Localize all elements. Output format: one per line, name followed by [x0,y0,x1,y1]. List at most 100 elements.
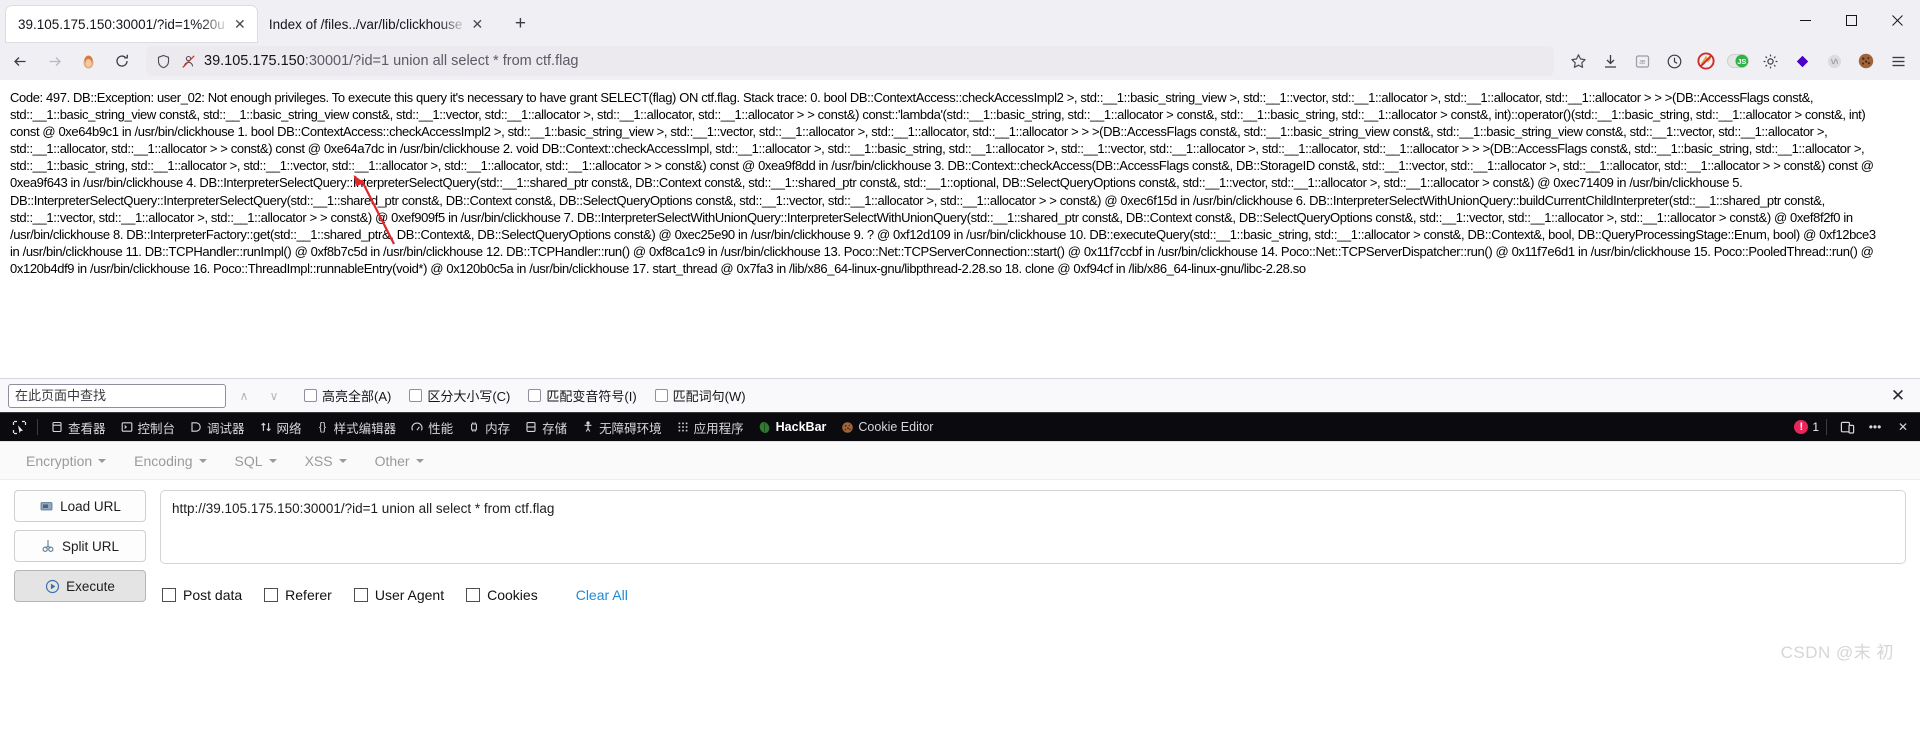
devtools-tab-style-editor[interactable]: {} 样式编辑器 [309,414,404,440]
pocket-icon[interactable]: æ [1626,46,1658,76]
url-text: 39.105.175.150:30001/?id=1 union all sel… [204,53,1546,69]
devtools-tab-debugger[interactable]: 调试器 [182,414,252,440]
minimize-icon[interactable] [1782,0,1828,40]
wappalyzer-icon[interactable] [1818,46,1850,76]
checkbox-label: Cookies [487,587,538,603]
hackbar-checkbox-cookies[interactable]: Cookies [466,587,538,603]
close-icon[interactable]: ✕ [1890,415,1916,439]
address-bar[interactable]: 39.105.175.150:30001/?id=1 union all sel… [146,46,1554,76]
hackbar-checkbox-post-data[interactable]: Post data [162,587,242,603]
element-picker-icon[interactable] [6,415,32,439]
close-icon[interactable]: ✕ [1886,384,1910,408]
devtools-tab-console[interactable]: 控制台 [113,414,183,440]
new-tab-button[interactable]: + [504,8,536,40]
hackbar-body: Load URL Split URL Execute http://39.105… [0,480,1920,603]
checkbox[interactable] [466,588,481,602]
checkbox[interactable] [264,588,279,602]
tab-label: HackBar [775,420,827,434]
menu-label: SQL [234,452,263,469]
devtools-tab-application[interactable]: 应用程序 [669,414,751,440]
settings-gear-icon[interactable] [1754,46,1786,76]
chevron-down-icon [268,458,277,463]
hackbar-request-area: Post data Referer User Agent Cookies C [160,490,1906,603]
devtools-tab-storage[interactable]: 存储 [517,414,574,440]
app-menu-icon[interactable] [1882,46,1914,76]
cookie-icon [840,420,854,434]
devtools-tab-performance[interactable]: 性能 [403,414,460,440]
close-icon[interactable]: ✕ [468,15,486,33]
find-previous-icon[interactable]: ∧ [232,384,256,408]
hackbar-menu-encryption[interactable]: Encryption [14,449,118,473]
responsive-design-mode-icon[interactable] [1834,415,1860,439]
execute-button[interactable]: Execute [14,570,146,602]
storage-icon [524,420,538,434]
checkbox[interactable] [654,389,668,402]
hackbar-panel: Encryption Encoding SQL XSS Other Load U… [0,441,1920,677]
history-clock-icon[interactable] [1658,46,1690,76]
back-icon[interactable] [4,46,36,76]
noscript-icon[interactable] [1690,46,1722,76]
close-icon[interactable] [1874,0,1920,40]
hackbar-menu-other[interactable]: Other [363,449,436,473]
forward-icon[interactable] [38,46,70,76]
navigation-toolbar: 39.105.175.150:30001/?id=1 union all sel… [0,42,1920,80]
hackbar-url-input[interactable] [160,490,1906,564]
find-option-whole-words[interactable]: 匹配词句(W) [654,386,746,405]
hackbar-actions: Load URL Split URL Execute [14,490,146,603]
devtools-tab-accessibility[interactable]: 无障碍环境 [574,414,669,440]
checkbox[interactable] [528,389,542,402]
devtools-toolbar: 查看器 控制台 调试器 网络 {} 样式编辑器 性能 内存 存储 无障碍环境 应… [0,413,1920,441]
devtools-tab-memory[interactable]: 内存 [460,414,517,440]
checkbox[interactable] [409,389,423,402]
tracking-protection-off-icon[interactable] [179,46,197,76]
devtools-tab-cookie-editor[interactable]: Cookie Editor [833,414,940,440]
checkbox[interactable] [162,588,176,602]
load-url-button[interactable]: Load URL [14,490,146,522]
button-label: Load URL [60,498,121,514]
checkbox-label: Post data [183,587,243,603]
hackbar-menu-sql[interactable]: SQL [223,449,289,473]
chevron-down-icon [98,458,107,463]
devtools-tab-network[interactable]: 网络 [252,414,309,440]
console-icon [120,420,134,434]
find-input[interactable] [8,383,226,408]
browser-tab-2[interactable]: Index of /files../var/lib/clickhouse ✕ [257,6,495,42]
checkbox[interactable] [353,588,368,602]
hackbar-menu-xss[interactable]: XSS [293,449,359,473]
find-option-match-case[interactable]: 区分大小写(C) [409,386,510,405]
devtools-tab-hackbar[interactable]: HackBar [751,414,834,440]
hackbar-checkbox-user-agent[interactable]: User Agent [353,587,444,603]
hackbar-menu-encoding[interactable]: Encoding [122,449,218,473]
tab-label: 应用程序 [693,421,744,436]
network-icon [259,420,273,434]
accessibility-icon [581,420,595,434]
bookmark-star-icon[interactable] [1562,46,1594,76]
menu-label: Encryption [26,452,93,469]
error-count-badge[interactable]: ! 1 [1794,420,1819,434]
shield-icon[interactable] [154,46,172,76]
memory-icon [467,420,481,434]
url-path: :30001/?id=1 union all select * from ctf… [304,53,579,69]
find-next-icon[interactable]: ∨ [262,384,286,408]
extension-diamond-icon[interactable] [1786,46,1818,76]
split-url-button[interactable]: Split URL [14,530,146,562]
cookie-editor-icon[interactable] [1850,46,1882,76]
browser-tab-1[interactable]: 39.105.175.150:30001/?id=1%20u ✕ [6,6,257,42]
javascript-toggle-icon[interactable]: JS [1722,46,1754,76]
hackbar-options: Post data Referer User Agent Cookies Cle… [160,587,1906,603]
devtools-tab-inspector[interactable]: 查看器 [43,414,113,440]
hackbar-checkbox-referer[interactable]: Referer [264,587,332,603]
find-option-highlight-all[interactable]: 高亮全部(A) [304,386,391,405]
close-icon[interactable]: ✕ [231,15,249,33]
downloads-icon[interactable] [1594,46,1626,76]
split-url-icon [41,539,56,554]
reload-icon[interactable] [106,46,138,76]
checkbox[interactable] [304,389,317,402]
maximize-icon[interactable] [1828,0,1874,40]
devtools-options-icon[interactable]: ••• [1862,415,1888,439]
tab-strip: 39.105.175.150:30001/?id=1%20u ✕ Index o… [0,0,1920,42]
find-option-match-diacritics[interactable]: 匹配变音符号(I) [528,386,637,405]
clear-all-link[interactable]: Clear All [576,587,628,603]
chevron-down-icon [415,458,424,463]
chevron-down-icon [198,458,207,463]
